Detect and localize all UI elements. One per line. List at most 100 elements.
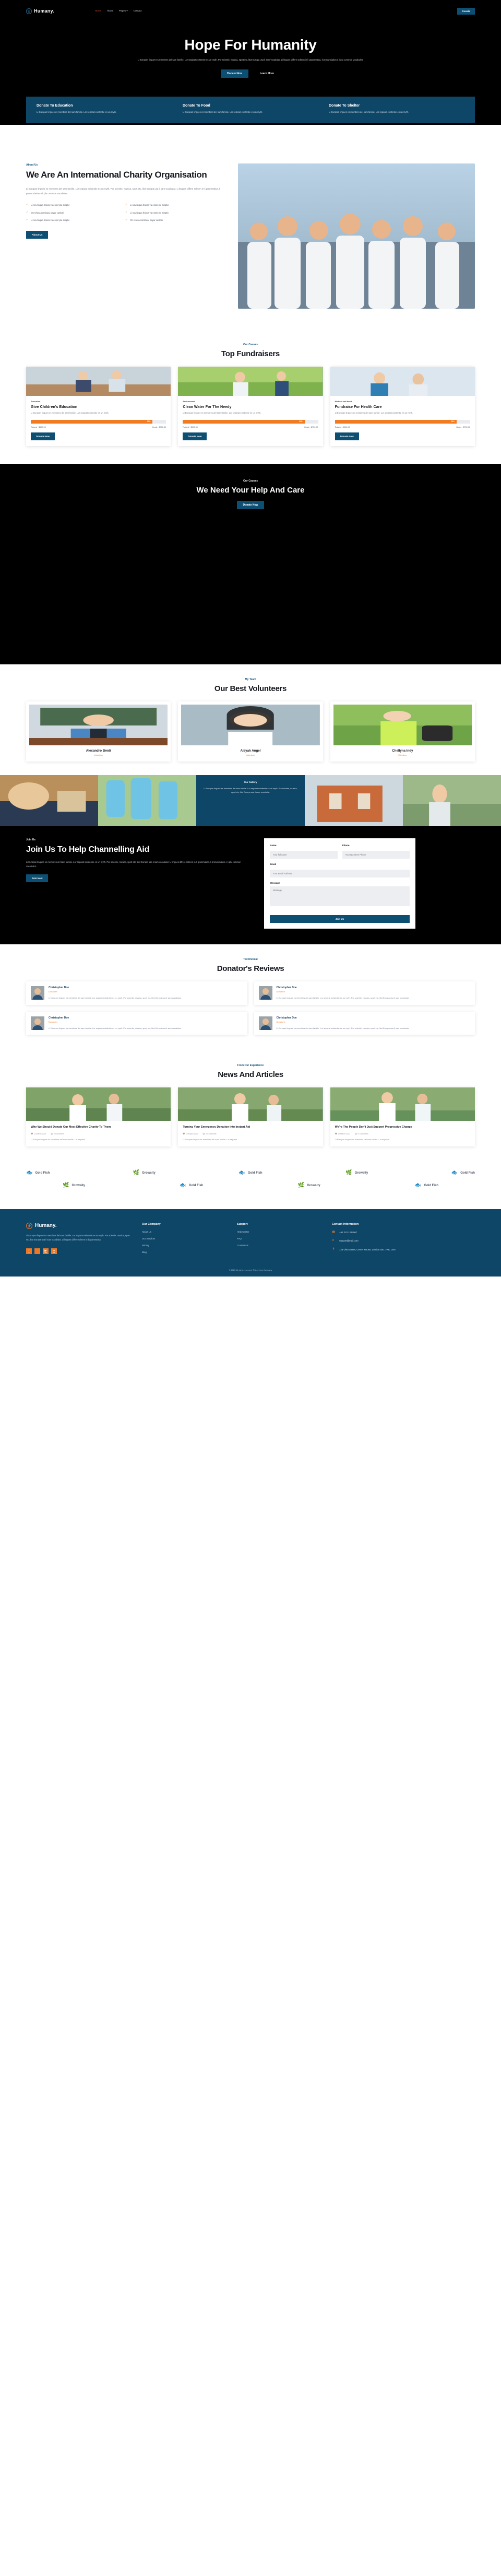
gallery-image-2[interactable] xyxy=(98,775,196,826)
news-image xyxy=(178,1087,323,1121)
footer-link-help-center[interactable]: Help Center xyxy=(237,1231,320,1233)
brand-logo[interactable]: Humany. xyxy=(26,8,54,14)
about-paragraph: Li Europan lingues es membres del sam fa… xyxy=(26,187,224,196)
youtube-icon[interactable]: ▶ xyxy=(43,1248,49,1254)
cause-donate-button[interactable]: Donate Now xyxy=(31,432,55,440)
news-comments-text: 2 Comments xyxy=(206,1133,216,1135)
footer-link-blog[interactable]: Blog xyxy=(142,1251,225,1254)
testimonials-grid: Christopher Doe Donator's Li Europan lin… xyxy=(26,981,475,1050)
footer-link-pricing[interactable]: Pricing xyxy=(142,1244,225,1247)
testimonial-card: Christopher Doe Donator's Li Europan lin… xyxy=(26,1012,247,1035)
footer-link-faq[interactable]: FAQ xyxy=(237,1237,320,1240)
nav-link-contact[interactable]: Contact xyxy=(134,9,142,13)
about-bullet-text: On refusa continuar payar custosi xyxy=(130,218,163,222)
hero-donate-button[interactable]: Donate Now xyxy=(221,69,248,78)
news-card[interactable]: We're The People Don't Just Support Prog… xyxy=(330,1087,475,1146)
progress-percent: 90% xyxy=(147,420,153,423)
testimonial-card: Christopher Doe Donator's Li Europan lin… xyxy=(254,981,475,1005)
footer-contact-column: Contact Information ☎ +62 223 1234567 ✉ … xyxy=(332,1223,475,1258)
partner-name: Gold Fish xyxy=(460,1172,475,1175)
partner-logo: 🌿 Growsity xyxy=(298,1183,320,1188)
cause-meta: Raised : $500.00 Goals : $750.00 xyxy=(183,426,318,428)
cause-title: Clean Water For The Needy xyxy=(183,404,318,409)
fish-icon: 🐟 xyxy=(415,1183,421,1188)
check-icon: ✓ xyxy=(125,218,127,222)
cause-body: Medical and Heart Fundraise For Health C… xyxy=(330,396,475,446)
about-image xyxy=(238,163,475,309)
progress-percent: 90% xyxy=(299,420,305,423)
contact-phone[interactable]: +62 223 1234567 xyxy=(339,1231,357,1235)
about-section: About Us We Are An International Charity… xyxy=(26,150,475,330)
team-member-card[interactable]: Aisyah Angel Volunteer xyxy=(178,701,323,762)
news-card[interactable]: Why We Should Donate Our Most Effective … xyxy=(26,1087,171,1146)
testimonials-header: Testimonial Donator's Reviews xyxy=(26,944,475,981)
partner-logo: 🐟 Gold Fish xyxy=(415,1183,438,1188)
phone-input[interactable] xyxy=(342,851,410,859)
donate-card-shelter[interactable]: Donate To Shelter Li Europan lingues es … xyxy=(329,104,464,114)
gallery-image-1[interactable] xyxy=(0,775,98,826)
facebook-icon[interactable]: f xyxy=(26,1248,32,1254)
testimonial-card: Christopher Doe Donator's Li Europan lin… xyxy=(254,1012,475,1035)
join-submit-button[interactable]: Join Us xyxy=(270,915,410,923)
cta-title: We Need Your Help And Care xyxy=(0,486,501,495)
cause-raised: Raised : $500.00 xyxy=(31,426,46,428)
causes-header: Our Causes Top Fundraisers xyxy=(26,330,475,367)
avatar xyxy=(259,1016,272,1030)
cause-card[interactable]: Environment Clean Water For The Needy Li… xyxy=(178,367,323,446)
nav-donate-button[interactable]: Donate xyxy=(457,8,475,15)
testimonial-name: Christopher Doe xyxy=(277,986,410,989)
news-comments: 💬 2 Comments xyxy=(355,1133,368,1135)
news-header: From Our Experience News And Articles xyxy=(26,1050,475,1087)
leaf-icon: 🌿 xyxy=(298,1183,304,1188)
footer-logo[interactable]: Humany. xyxy=(26,1223,130,1229)
cause-card[interactable]: Medical and Heart Fundraise For Health C… xyxy=(330,367,475,446)
name-input[interactable] xyxy=(270,851,338,859)
join-now-button[interactable]: Join Now xyxy=(26,874,48,882)
nav-link-pages-label: Pages xyxy=(119,9,126,12)
cause-donate-button[interactable]: Donate Now xyxy=(335,432,359,440)
twitter-icon[interactable]: 𝏱 xyxy=(34,1248,40,1254)
join-eyebrow: Join Us xyxy=(26,838,250,841)
partner-row-1: 🐟 Gold Fish 🌿 Growsity 🐟 Gold Fish 🌿 Growsit… xyxy=(26,1170,475,1176)
gallery-section: Our Gallery Li Europan lingues es membre… xyxy=(0,775,501,826)
gallery-image-3[interactable] xyxy=(305,775,403,826)
email-input[interactable] xyxy=(270,870,410,877)
progress-bar-fill: 90% xyxy=(335,420,457,424)
donate-card-food[interactable]: Donate To Food Li Europan lingues es mem… xyxy=(183,104,318,114)
donate-card-education[interactable]: Donate To Education Li Europan lingues e… xyxy=(37,104,172,114)
nav-link-pages[interactable]: Pages ▾ xyxy=(119,9,128,13)
gallery-image-4[interactable] xyxy=(403,775,501,826)
cta-section: Our Causes We Need Your Help And Care Do… xyxy=(0,464,501,664)
cta-video-placeholder[interactable] xyxy=(26,519,475,653)
donate-card-title: Donate To Food xyxy=(183,104,318,108)
dribbble-icon[interactable]: ● xyxy=(51,1248,57,1254)
testimonials-title: Donator's Reviews xyxy=(26,964,475,973)
about-us-button[interactable]: About Us xyxy=(26,231,48,239)
footer-link-our-services[interactable]: Our Services xyxy=(142,1237,225,1240)
news-image xyxy=(26,1087,171,1121)
contact-address: 123 Ultra Street, Center House, London S… xyxy=(339,1248,396,1252)
brand-name: Humany. xyxy=(34,8,54,14)
about-title: We Are An International Charity Organisa… xyxy=(26,170,224,181)
news-card[interactable]: Turning Your Emergency Donation Into Ins… xyxy=(178,1087,323,1146)
donate-card-title: Donate To Education xyxy=(37,104,172,108)
about-bullet-list: ✓ Li nov lingua franca va esser plu simpl… xyxy=(26,203,224,226)
hero-learn-more-button[interactable]: Learn More xyxy=(254,69,280,78)
testimonial-body: Christopher Doe Donator's Li Europan lin… xyxy=(277,986,410,1000)
check-icon: ✓ xyxy=(125,203,127,207)
member-photo xyxy=(333,705,472,745)
cause-card[interactable]: Education Give Children's Education Li E… xyxy=(26,367,171,446)
nav-link-home[interactable]: Home xyxy=(95,9,101,13)
team-member-card[interactable]: Alexandro Bredi Volunteer xyxy=(26,701,171,762)
news-date: 📅 12 March 2023 xyxy=(31,1133,46,1135)
list-item: ✓ On refusa continuar payar custosi xyxy=(26,211,125,215)
footer-link-contact-us[interactable]: Contact Us xyxy=(237,1244,320,1247)
testimonial-text: Li Europan lingues es membres del sam fa… xyxy=(49,996,182,1000)
cta-donate-button[interactable]: Donate Now xyxy=(237,501,265,509)
cause-donate-button[interactable]: Donate Now xyxy=(183,432,207,440)
contact-email[interactable]: support@mail.com xyxy=(339,1239,359,1243)
message-input[interactable] xyxy=(270,886,410,906)
footer-link-about-us[interactable]: About Us xyxy=(142,1231,225,1233)
team-member-card[interactable]: Chellyna Indy Volunteer xyxy=(330,701,475,762)
nav-link-about[interactable]: About xyxy=(107,9,113,13)
